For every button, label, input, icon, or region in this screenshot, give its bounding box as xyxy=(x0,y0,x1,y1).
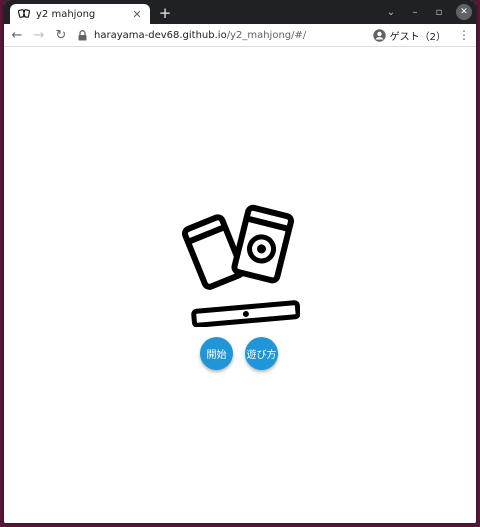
forward-arrow-icon[interactable]: → xyxy=(30,26,48,44)
mahjong-favicon-icon xyxy=(18,8,30,20)
action-buttons: 開始 遊び方 xyxy=(200,337,290,370)
back-arrow-icon[interactable]: ← xyxy=(8,26,26,44)
tab-strip: y2 mahjong ✕ + ⌄ – ▫ ✕ xyxy=(4,0,476,24)
lock-icon[interactable] xyxy=(76,29,88,41)
new-tab-button[interactable]: + xyxy=(156,4,174,22)
profile-label: ゲスト（2） xyxy=(389,31,446,43)
tab-title: y2 mahjong xyxy=(36,8,96,20)
browser-window: y2 mahjong ✕ + ⌄ – ▫ ✕ ← → ↻ harayama-de… xyxy=(4,0,476,523)
more-menu-icon[interactable]: ⋮ xyxy=(456,26,472,44)
browser-toolbar: ← → ↻ harayama-dev68.github.io/y2_mahjon… xyxy=(4,24,476,47)
close-icon[interactable]: ✕ xyxy=(130,7,144,21)
start-button[interactable]: 開始 xyxy=(200,337,233,370)
url-path: /y2_mahjong/#/ xyxy=(226,29,307,41)
tab-y2-mahjong[interactable]: y2 mahjong ✕ xyxy=(10,4,150,24)
address-bar[interactable]: harayama-dev68.github.io/y2_mahjong/#/ xyxy=(76,26,373,44)
how-to-play-button[interactable]: 遊び方 xyxy=(245,337,278,370)
mahjong-tiles-logo-icon xyxy=(180,203,301,328)
person-icon xyxy=(372,28,386,42)
page-content: 開始 遊び方 xyxy=(4,47,476,523)
reload-icon[interactable]: ↻ xyxy=(52,26,70,44)
window-controls: ⌄ – ▫ ✕ xyxy=(378,3,472,21)
minimize-button[interactable]: – xyxy=(404,3,426,21)
maximize-button[interactable]: ▫ xyxy=(428,3,450,21)
window-close-button[interactable]: ✕ xyxy=(456,4,472,20)
tab-search-dropdown-icon[interactable]: ⌄ xyxy=(380,3,402,21)
url-host: harayama-dev68.github.io xyxy=(94,29,227,41)
profile-button[interactable]: ゲスト（2） xyxy=(372,26,446,44)
